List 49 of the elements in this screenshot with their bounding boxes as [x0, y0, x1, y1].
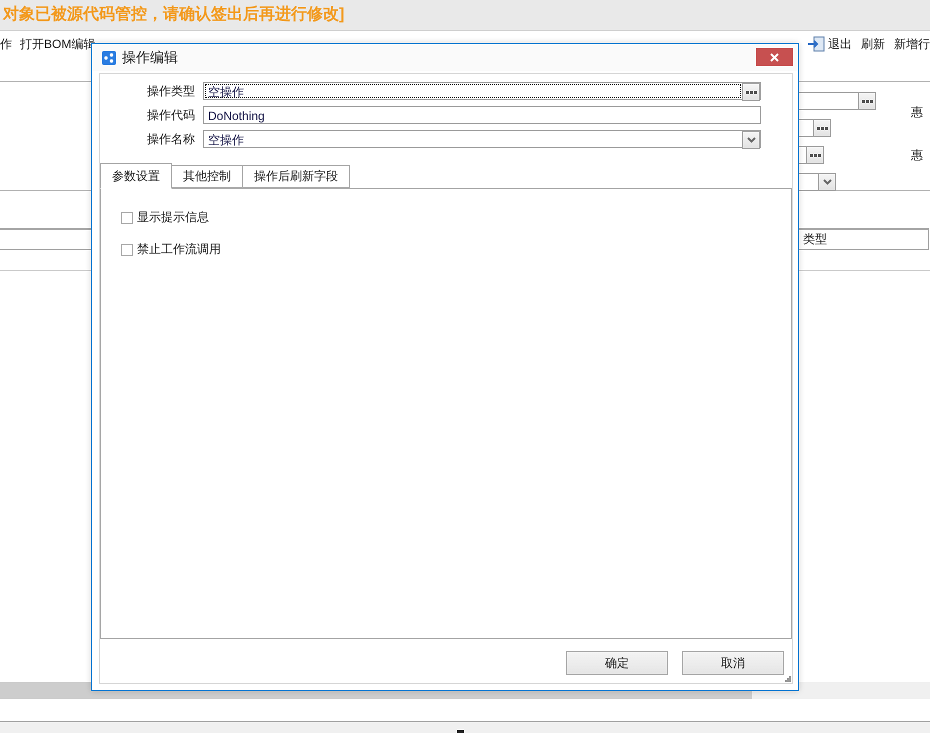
ellipsis-icon	[816, 126, 828, 130]
notice-text: 对象已被源代码管控，请确认签出后再进行修改]	[3, 5, 344, 25]
dialog-button[interactable]: 确定	[566, 651, 668, 675]
close-icon	[770, 52, 779, 62]
toolbar-button[interactable]: 作	[0, 38, 12, 50]
input-field[interactable]	[799, 119, 831, 137]
resize-grip-icon	[785, 676, 791, 682]
field-value: 空操作	[205, 84, 741, 98]
toolbar-button[interactable]: 新增行	[894, 38, 930, 50]
input-field[interactable]	[799, 92, 876, 110]
checkbox-label: 禁止工作流调用	[137, 242, 221, 257]
tab[interactable]: 其他控制	[171, 165, 243, 188]
field-value: 空操作	[207, 132, 245, 146]
field-label: 操作名称	[146, 132, 195, 146]
nodes-icon	[102, 50, 116, 64]
tab[interactable]: 参数设置	[100, 163, 172, 189]
ellipsis-icon	[862, 100, 872, 102]
browse-button[interactable]	[806, 147, 823, 163]
checkbox-label: 显示提示信息	[137, 210, 209, 225]
browse-button[interactable]	[813, 120, 830, 136]
chevron-down-icon	[822, 179, 832, 185]
input-field[interactable]: 空操作	[203, 82, 761, 100]
door-arrow-icon	[807, 36, 825, 52]
ellipsis-icon	[810, 154, 820, 156]
dropdown-field[interactable]	[799, 173, 836, 191]
ellipsis-icon	[746, 90, 756, 94]
input-field[interactable]: DoNothing	[203, 106, 761, 124]
input-field[interactable]	[799, 146, 824, 164]
field-label: 操作类型	[146, 84, 195, 98]
browse-button[interactable]	[858, 93, 875, 109]
toolbar-button[interactable]: 刷新	[861, 38, 885, 50]
dropdown-button[interactable]	[742, 131, 760, 149]
field-label: 惠	[911, 104, 924, 119]
dialog-title: 操作编辑	[122, 49, 178, 66]
tab[interactable]: 操作后刷新字段	[242, 165, 350, 188]
column-header: 类型	[803, 232, 827, 247]
splitter-handle-icon[interactable]	[457, 730, 464, 733]
dropdown-field[interactable]: 空操作	[203, 130, 761, 148]
toolbar-button[interactable]: 退出	[807, 36, 852, 52]
field-value: DoNothing	[207, 108, 266, 122]
close-button[interactable]	[756, 48, 793, 66]
checkbox[interactable]	[121, 244, 133, 256]
checkbox[interactable]	[121, 212, 133, 224]
dropdown-button[interactable]	[818, 174, 835, 190]
browse-button[interactable]	[742, 83, 760, 101]
chevron-down-icon	[746, 137, 756, 143]
field-label: 惠	[911, 148, 924, 162]
dialog-button[interactable]: 取消	[682, 651, 784, 675]
field-label: 操作代码	[146, 108, 195, 122]
